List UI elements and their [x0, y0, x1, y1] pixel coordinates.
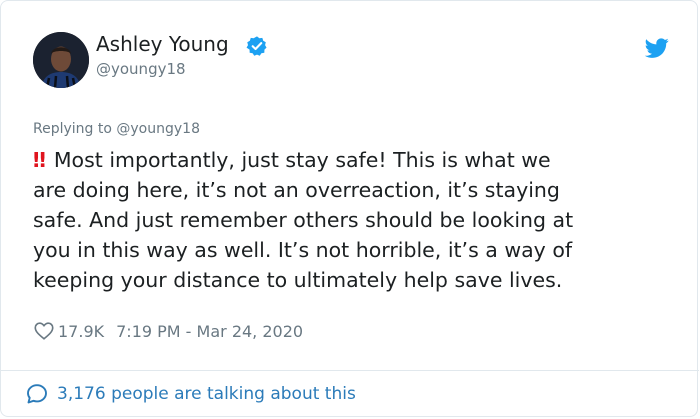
conversation-link[interactable]: 3,176 people are talking about this [25, 382, 356, 406]
tweet-text-line: keeping your distance to ultimately help… [33, 268, 563, 292]
author-name[interactable]: Ashley Young [96, 32, 229, 56]
tweet-text-line-content: Most importantly, just stay safe! This i… [53, 148, 551, 172]
tweet-card: Ashley Young @youngy18 Replying to @youn… [0, 0, 699, 417]
double-exclamation-emoji: ‼ [33, 148, 46, 172]
author-handle[interactable]: @youngy18 [96, 60, 186, 78]
reply-handle-link[interactable]: @youngy18 [116, 121, 200, 137]
twitter-bird-icon[interactable] [645, 36, 669, 60]
conversation-text: 3,176 people are talking about this [57, 384, 356, 404]
tweet-text-line: you in this way as well. It’s not horrib… [33, 238, 573, 262]
tweet-text-line: ‼ Most importantly, just stay safe! This … [33, 145, 673, 175]
tweet-text-line: are doing here, it’s not an overreaction… [33, 178, 560, 202]
verified-badge-icon [246, 36, 267, 56]
reply-context: Replying to @youngy18 [33, 121, 200, 137]
speech-bubble-icon [27, 384, 47, 404]
tweet-text-line: safe. And just remember others should be… [33, 208, 574, 232]
tweet-text: ‼ Most importantly, just stay safe! This … [33, 145, 673, 295]
heart-icon[interactable] [33, 320, 55, 342]
tweet-meta: 17.9K 7:19 PM - Mar 24, 2020 [33, 319, 303, 343]
like-count[interactable]: 17.9K [58, 322, 104, 341]
reply-prefix: Replying to [33, 121, 117, 137]
divider [1, 370, 699, 371]
tweet-timestamp[interactable]: 7:19 PM - Mar 24, 2020 [116, 322, 303, 341]
avatar[interactable] [33, 32, 89, 88]
